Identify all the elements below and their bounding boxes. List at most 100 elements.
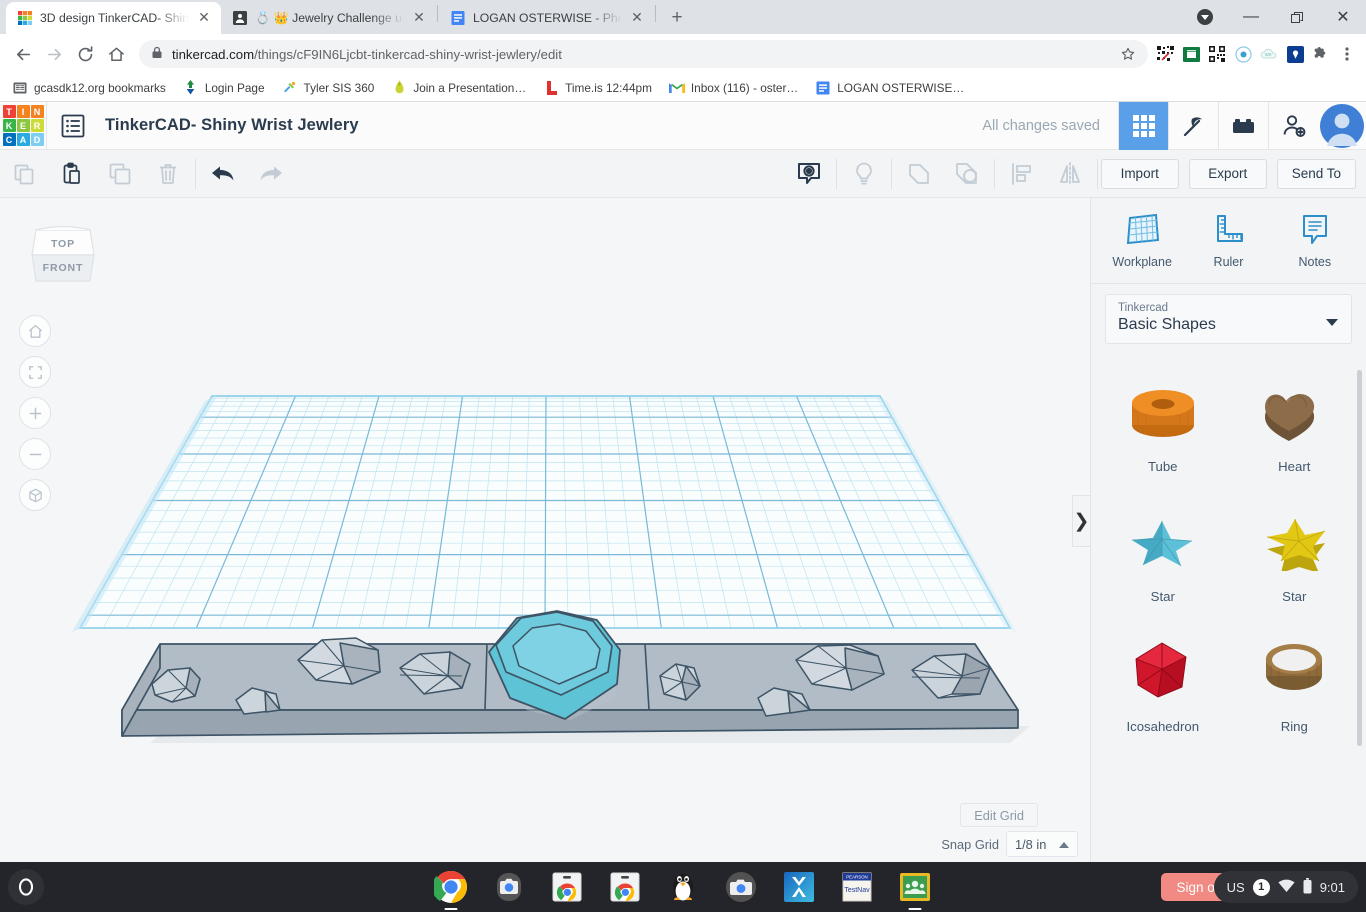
- forward-arrow-icon[interactable]: [39, 39, 69, 69]
- word-cloud-icon[interactable]: wo: [1260, 45, 1278, 63]
- shapes-scrollbar[interactable]: [1357, 370, 1362, 746]
- bookmark-label: Login Page: [204, 80, 265, 95]
- invite-button[interactable]: [1268, 101, 1318, 150]
- bookmark-label: Tyler SIS 360: [303, 80, 375, 95]
- duplicate-button[interactable]: [96, 150, 144, 198]
- shelf-app-linux-terminal[interactable]: [664, 868, 702, 906]
- star-5-shape-icon: [1118, 504, 1208, 576]
- project-menu-button[interactable]: [47, 102, 99, 150]
- shape-item-ring[interactable]: Ring: [1229, 634, 1361, 734]
- blue-locator-icon[interactable]: [1286, 45, 1304, 63]
- snap-grid-select[interactable]: 1/8 in: [1006, 831, 1078, 857]
- copy-button[interactable]: [0, 150, 48, 198]
- shape-item-star-yellow[interactable]: Star: [1229, 504, 1361, 604]
- shelf-app-classroom[interactable]: [896, 868, 934, 910]
- bookmark-item-time-is[interactable]: Time.is 12:44pm: [543, 80, 652, 96]
- browser-tab-0[interactable]: 3D design TinkerCAD- Shiny Wris ✕: [6, 2, 221, 34]
- delete-button[interactable]: [144, 150, 192, 198]
- zoom-out-button[interactable]: [19, 438, 51, 470]
- shelf-app-chrome-shortcut-2[interactable]: [606, 868, 644, 906]
- green-doc-icon[interactable]: [1182, 45, 1200, 63]
- viewcube-front-label[interactable]: FRONT: [26, 257, 100, 279]
- home-icon[interactable]: [101, 39, 131, 69]
- redo-button[interactable]: [247, 150, 295, 198]
- tab-close-icon[interactable]: ✕: [411, 10, 427, 26]
- qr-scanner-icon[interactable]: [1156, 45, 1174, 63]
- bookmark-item-join-presentation[interactable]: Join a Presentation…: [391, 80, 526, 96]
- zoom-in-button[interactable]: [19, 397, 51, 429]
- close-icon[interactable]: ✕: [1320, 0, 1366, 34]
- shape-item-star-teal[interactable]: Star: [1097, 504, 1229, 604]
- tab-strip: 3D design TinkerCAD- Shiny Wris ✕ 💍 👑 Je…: [0, 0, 1366, 34]
- shelf-app-testnav[interactable]: PEARSON TestNav: [838, 868, 876, 906]
- notes-tool[interactable]: Notes: [1277, 212, 1353, 269]
- export-button[interactable]: Export: [1188, 158, 1267, 189]
- mirror-button[interactable]: [1046, 150, 1094, 198]
- shelf-app-chrome[interactable]: [432, 868, 470, 910]
- tab-close-icon[interactable]: ✕: [629, 10, 645, 26]
- google-docs-icon: [450, 10, 466, 26]
- show-hide-button[interactable]: [785, 150, 833, 198]
- reload-icon[interactable]: [70, 39, 100, 69]
- bookmark-item-logan-osterwise[interactable]: LOGAN OSTERWISE…: [815, 80, 964, 96]
- shelf-app-xtramath[interactable]: [780, 868, 818, 906]
- paste-button[interactable]: [48, 150, 96, 198]
- gallery-grid-button[interactable]: [1118, 101, 1168, 150]
- bookmark-item-inbox[interactable]: Inbox (116) - oster…: [668, 80, 798, 96]
- minimize-button[interactable]: —: [1228, 0, 1274, 34]
- panel-collapse-handle[interactable]: ❯: [1072, 495, 1090, 547]
- profile-caret-icon[interactable]: [1182, 0, 1228, 34]
- align-button[interactable]: [998, 150, 1046, 198]
- browser-tab-2[interactable]: LOGAN OSTERWISE - Photo Doc ✕: [439, 2, 654, 34]
- address-bar[interactable]: tinkercad.com/things/cF9IN6Ljcbt-tinkerc…: [139, 40, 1148, 68]
- 3d-scene[interactable]: [0, 198, 1090, 862]
- bookmark-star-icon[interactable]: [1120, 46, 1136, 62]
- shelf-app-camera-2[interactable]: [722, 868, 760, 906]
- undo-button[interactable]: [199, 150, 247, 198]
- group-button[interactable]: [895, 150, 943, 198]
- align-icon: [1011, 162, 1031, 185]
- home-view-button[interactable]: [19, 315, 51, 347]
- system-tray[interactable]: US 1 9:01: [1213, 871, 1358, 903]
- tinkercad-icon: [17, 10, 33, 26]
- browser-tab-1[interactable]: 💍 👑 Jewelry Challenge using T ✕: [221, 2, 436, 34]
- shape-name: Ring: [1280, 719, 1308, 734]
- shape-item-icosahedron[interactable]: Icosahedron: [1097, 634, 1229, 734]
- bookmark-item-gcasdk12[interactable]: gcasdk12.org bookmarks: [12, 80, 166, 96]
- kebab-menu-icon[interactable]: [1338, 45, 1356, 63]
- tab-close-icon[interactable]: ✕: [196, 10, 212, 26]
- logo-tile-a: A: [16, 133, 30, 146]
- ruler-tool[interactable]: Ruler: [1190, 212, 1266, 269]
- shape-item-heart[interactable]: Heart: [1229, 374, 1361, 474]
- qr-code-icon[interactable]: [1208, 45, 1226, 63]
- new-tab-button[interactable]: +: [663, 4, 691, 32]
- shelf-app-chrome-shortcut-1[interactable]: [548, 868, 586, 906]
- send-to-button[interactable]: Send To: [1276, 158, 1356, 189]
- blocks-button[interactable]: [1218, 101, 1268, 150]
- undo-arrow-icon: [212, 166, 234, 180]
- viewcube-top-label[interactable]: TOP: [26, 233, 100, 255]
- avatar[interactable]: [1318, 102, 1366, 150]
- shape-item-tube[interactable]: Tube: [1097, 374, 1229, 474]
- puzzle-icon[interactable]: [1312, 45, 1330, 63]
- workplane-tool[interactable]: Workplane: [1104, 212, 1180, 269]
- shelf-app-camera[interactable]: [490, 868, 528, 906]
- ortho-toggle-button[interactable]: [19, 479, 51, 511]
- highlight-button[interactable]: [840, 150, 888, 198]
- tinkercad-logo-icon[interactable]: TIN KER CAD: [0, 102, 46, 150]
- restore-icon[interactable]: [1274, 0, 1320, 34]
- record-icon[interactable]: [1234, 45, 1252, 63]
- import-button[interactable]: Import: [1100, 158, 1179, 189]
- green-arrow-icon: [183, 80, 199, 96]
- ungroup-button[interactable]: [943, 150, 991, 198]
- shape-library-select[interactable]: Tinkercad Basic Shapes: [1105, 294, 1352, 344]
- minecraft-button[interactable]: [1168, 101, 1218, 150]
- view-cube[interactable]: TOP FRONT: [26, 215, 100, 287]
- back-arrow-icon[interactable]: [8, 39, 38, 69]
- fit-view-button[interactable]: [19, 356, 51, 388]
- bookmark-item-tyler-sis[interactable]: Tyler SIS 360: [282, 80, 375, 96]
- bookmark-item-login-page[interactable]: Login Page: [183, 80, 265, 96]
- 3d-viewport[interactable]: TOP FRONT ❯ Edit Grid Snap Grid 1/8 in: [0, 198, 1090, 862]
- edit-grid-button[interactable]: Edit Grid: [960, 803, 1038, 827]
- svg-text:PEARSON: PEARSON: [846, 875, 867, 880]
